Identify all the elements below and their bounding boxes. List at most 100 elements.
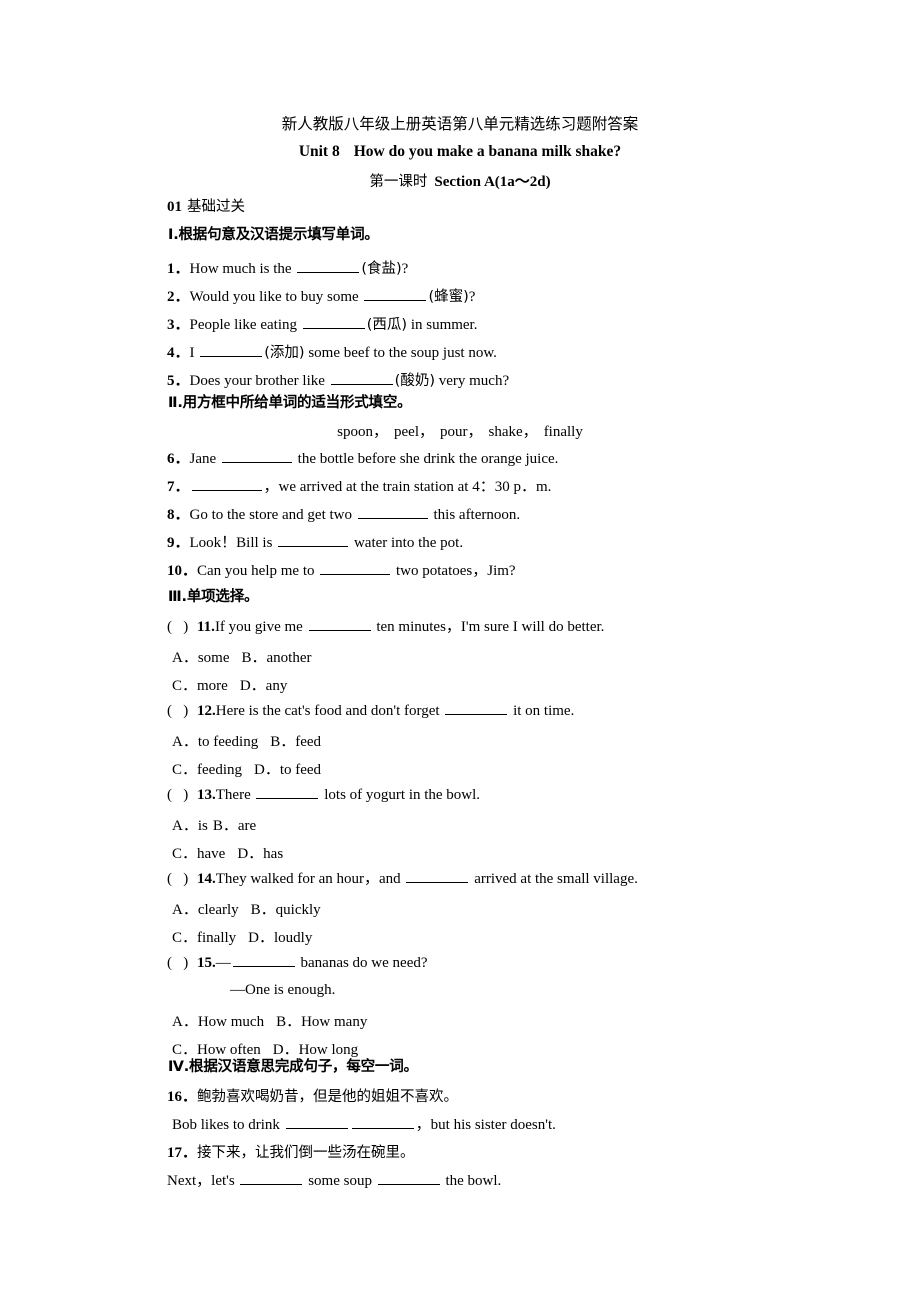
- question-text-post: two potatoes，Jim?: [392, 563, 516, 579]
- question-text-post: water into the pot.: [350, 535, 464, 551]
- question-16-english: Bob likes to drink ，but his sister doesn…: [172, 1116, 556, 1134]
- option-c[interactable]: C．feeding: [172, 762, 242, 778]
- option-d[interactable]: D．has: [237, 846, 283, 862]
- options-row-11-a: A．some B．another: [172, 646, 311, 667]
- question-3: 3．People like eating (西瓜) in summer.: [167, 316, 477, 334]
- option-c[interactable]: C．How often: [172, 1042, 261, 1058]
- worksheet-page: 新人教版八年级上册英语第八单元精选练习题附答案 Unit 8 How do you…: [0, 0, 920, 1302]
- question-text-post: some beef to the soup just now.: [304, 345, 497, 361]
- question-number: 7．: [167, 479, 190, 495]
- question-number: 2．: [167, 289, 190, 305]
- question-hint: (西瓜): [366, 317, 408, 333]
- options-row-14-a: A．clearly B．quickly: [172, 898, 321, 919]
- answer-blank[interactable]: [297, 260, 360, 273]
- option-b[interactable]: B．quickly: [251, 902, 321, 918]
- question-text-pre: Go to the store and get two: [189, 507, 356, 523]
- answer-blank[interactable]: [232, 954, 295, 967]
- question-number: 14.: [197, 871, 216, 887]
- answer-parenthesis[interactable]: ( ): [167, 618, 197, 636]
- unit-question: How do you make a banana milk shake?: [353, 143, 622, 160]
- part-number: 01: [167, 199, 182, 215]
- question-number: 6．: [167, 451, 190, 467]
- options-row-12-a: A．to feeding B．feed: [172, 730, 321, 751]
- question-8: 8．Go to the store and get two this after…: [167, 506, 520, 524]
- question-hint: (蜂蜜): [428, 289, 469, 305]
- period-label-en: Section A(1a～2d): [434, 174, 551, 190]
- answer-blank[interactable]: [308, 618, 371, 631]
- answer-blank[interactable]: [278, 534, 349, 547]
- option-a[interactable]: A．to feeding: [172, 734, 258, 750]
- question-text-post: this afternoon.: [429, 507, 521, 523]
- question-text-post: ，but his sister doesn't.: [415, 1117, 556, 1133]
- option-b[interactable]: B．feed: [270, 734, 321, 750]
- answer-blank[interactable]: [406, 870, 469, 883]
- option-c[interactable]: C．have: [172, 846, 225, 862]
- option-a[interactable]: A．How much: [172, 1014, 264, 1030]
- answer-blank[interactable]: [445, 702, 508, 715]
- word-bank-item-2: peel: [394, 424, 419, 440]
- answer-blank[interactable]: [256, 786, 319, 799]
- option-c[interactable]: C．finally: [172, 930, 236, 946]
- answer-blank[interactable]: [364, 288, 427, 301]
- answer-blank[interactable]: [357, 506, 428, 519]
- option-a[interactable]: A．clearly: [172, 902, 239, 918]
- question-text-post: ?: [401, 261, 409, 277]
- question-text-pre: Bob likes to drink: [172, 1117, 284, 1133]
- answer-blank[interactable]: [320, 562, 391, 575]
- answer-parenthesis[interactable]: ( ): [167, 786, 197, 804]
- answer-parenthesis[interactable]: ( ): [167, 870, 197, 888]
- answer-blank[interactable]: [377, 1172, 440, 1185]
- question-12: ( ) 12.Here is the cat's food and don't f…: [167, 702, 574, 720]
- answer-blank[interactable]: [302, 316, 365, 329]
- option-d[interactable]: D．any: [240, 678, 288, 694]
- answer-parenthesis[interactable]: ( ): [167, 702, 197, 720]
- question-text-pre: Can you help me to: [197, 563, 319, 579]
- option-d[interactable]: D．How long: [273, 1042, 358, 1058]
- options-row-13-a: A．is B．are: [172, 814, 256, 835]
- question-text-pre: Look！Bill is: [189, 535, 277, 551]
- question-10: 10．Can you help me to two potatoes，Jim?: [167, 562, 516, 580]
- option-b[interactable]: B．How many: [276, 1014, 367, 1030]
- option-c[interactable]: C．more: [172, 678, 228, 694]
- option-a[interactable]: A．some: [172, 650, 230, 666]
- question-number: 13.: [197, 787, 216, 803]
- question-text-post: ten minutes，I'm sure I will do better.: [372, 619, 605, 635]
- options-row-14-c: C．finally D．loudly: [172, 926, 312, 947]
- unit-title: Unit 8 How do you make a banana milk shak…: [0, 143, 920, 161]
- question-text-post: the bowl.: [441, 1173, 502, 1189]
- question-13: ( ) 13.There lots of yogurt in the bowl.: [167, 786, 480, 804]
- question-14: ( ) 14.They walked for an hour，and arrive…: [167, 870, 638, 888]
- word-bank-sep: ，: [372, 424, 388, 440]
- answer-blank[interactable]: [240, 1172, 303, 1185]
- question-chinese-text: 鲍勃喜欢喝奶昔，但是他的姐姐不喜欢。: [197, 1089, 459, 1105]
- question-text-post: lots of yogurt in the bowl.: [320, 787, 481, 803]
- option-a[interactable]: A．is: [172, 818, 208, 834]
- section-heading-4: Ⅳ.根据汉语意思完成句子，每空一词。: [168, 1059, 418, 1075]
- option-d[interactable]: D．loudly: [248, 930, 312, 946]
- question-number: 10．: [167, 563, 198, 579]
- section-heading-1: Ⅰ.根据句意及汉语提示填写单词。: [168, 227, 379, 243]
- section-heading-2: Ⅱ.用方框中所给单词的适当形式填空。: [168, 395, 412, 411]
- question-text-pre: Does your brother like: [189, 373, 329, 389]
- answer-blank[interactable]: [351, 1116, 414, 1129]
- answer-blank[interactable]: [191, 478, 262, 491]
- question-6: 6．Jane the bottle before she drink the o…: [167, 450, 558, 468]
- answer-blank[interactable]: [200, 344, 263, 357]
- question-15: ( ) 15.— bananas do we need?: [167, 954, 428, 972]
- answer-blank[interactable]: [221, 450, 292, 463]
- option-b[interactable]: B．are: [213, 818, 256, 834]
- option-b[interactable]: B．another: [242, 650, 312, 666]
- question-7: 7． ，we arrived at the train station at 4：…: [167, 478, 551, 496]
- answer-blank[interactable]: [285, 1116, 348, 1129]
- answer-parenthesis[interactable]: ( ): [167, 954, 197, 972]
- question-4: 4．I (添加) some beef to the soup just now.: [167, 344, 497, 362]
- question-hint: (酸奶): [394, 373, 435, 389]
- options-row-13-c: C．have D．has: [172, 842, 283, 863]
- word-bank-item-3: pour: [440, 424, 468, 440]
- answer-blank[interactable]: [330, 372, 393, 385]
- question-9: 9．Look！Bill is water into the pot.: [167, 534, 463, 552]
- option-d[interactable]: D．to feed: [254, 762, 321, 778]
- question-text-post: arrived at the small village.: [470, 871, 638, 887]
- question-text-pre: How much is the: [189, 261, 296, 277]
- question-number: 9．: [167, 535, 190, 551]
